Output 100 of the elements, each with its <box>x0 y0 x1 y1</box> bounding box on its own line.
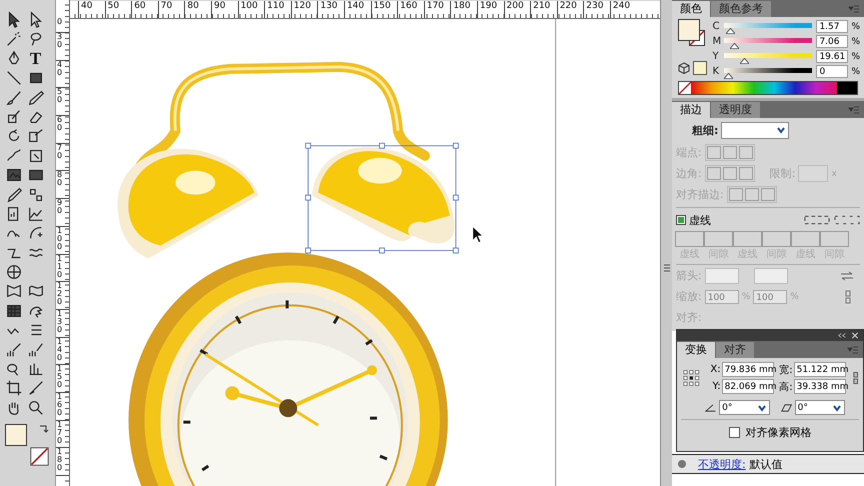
ruler-label: 140 <box>56 338 64 362</box>
percent-label: % <box>790 292 799 302</box>
collapse-icon[interactable] <box>838 332 846 339</box>
transform-field[interactable]: 79.836 mm <box>722 362 774 377</box>
slider-thumb[interactable] <box>724 73 734 79</box>
rotate-angle-dropdown[interactable]: 0° <box>719 400 770 415</box>
panel-tab[interactable]: 描边 <box>672 102 710 118</box>
close-icon[interactable] <box>851 332 859 339</box>
panel-tab[interactable]: 变换 <box>677 342 715 358</box>
pencil-icon[interactable] <box>26 88 44 107</box>
weight-dropdown[interactable] <box>721 122 790 138</box>
line-segment-icon[interactable] <box>4 69 22 88</box>
ruler-label: 0 <box>56 18 64 26</box>
chevron-down-icon[interactable] <box>756 402 766 412</box>
ruler-label: 70 <box>56 144 64 160</box>
transform-label: Y: <box>711 381 721 392</box>
dash-field[interactable] <box>762 231 791 247</box>
dash-field[interactable] <box>733 231 762 247</box>
ruler-label: 180 <box>56 448 64 472</box>
grip-icon[interactable] <box>662 263 670 273</box>
panel-tab[interactable]: 透明度 <box>711 102 760 118</box>
crosshair-icon[interactable] <box>4 263 22 282</box>
reference-point-icon[interactable] <box>683 369 700 387</box>
ruler-label: 230 <box>585 1 604 12</box>
link-icon[interactable] <box>852 371 859 385</box>
percent-label: % <box>851 36 860 46</box>
ruler-label: 150 <box>372 1 392 12</box>
ruler-label: 180 <box>452 1 472 12</box>
color-spectrum[interactable] <box>691 82 857 94</box>
angle-icon <box>705 402 716 412</box>
weight-label: 粗细: <box>692 122 718 138</box>
transform-field[interactable]: 39.338 mm <box>794 379 846 394</box>
ruler-label: 60 <box>56 116 64 132</box>
none-color-icon[interactable] <box>679 82 691 94</box>
ruler-label: 50 <box>56 88 64 104</box>
cube-icon[interactable] <box>678 62 690 74</box>
ruler-label: 110 <box>266 1 286 12</box>
transform-field[interactable]: 51.122 mm <box>794 362 846 377</box>
transform-field[interactable]: 82.069 mm <box>722 379 774 394</box>
channel-value-field[interactable]: 0 <box>816 65 848 78</box>
type-tool[interactable]: T <box>26 50 44 68</box>
chevron-down-icon[interactable] <box>832 402 842 412</box>
channel-value-field[interactable]: 7.06 <box>816 35 848 48</box>
snap-label: 对齐像素网格 <box>746 425 812 440</box>
panel-tab[interactable]: 对齐 <box>716 342 754 358</box>
ruler-label: 170 <box>56 420 64 445</box>
channel-label: Y <box>712 51 720 62</box>
search-icon[interactable] <box>26 398 44 417</box>
shear-icon <box>780 402 792 412</box>
slider-thumb[interactable] <box>730 43 739 49</box>
channel-label: K <box>712 66 720 77</box>
ruler-label: 240 <box>612 1 632 12</box>
dash-field[interactable] <box>675 231 704 247</box>
swap-arrow-icon[interactable] <box>38 424 48 434</box>
transform-label: 高: <box>778 380 793 394</box>
fill-swatch[interactable] <box>678 19 700 41</box>
panel-menu-icon[interactable] <box>848 4 860 14</box>
visibility-icon[interactable] <box>676 458 688 470</box>
channel-value-field[interactable]: 1.57 <box>816 20 848 33</box>
selection-bounding-box[interactable] <box>305 142 459 254</box>
slider-thumb[interactable] <box>740 58 749 64</box>
ruler-label: 80 <box>56 171 64 188</box>
brush-icon[interactable] <box>4 88 22 107</box>
ruler-label: 100 <box>240 1 259 12</box>
ruler-label: 110 <box>56 254 64 278</box>
color-swatch[interactable] <box>693 61 707 75</box>
knife-icon[interactable] <box>26 379 44 398</box>
ruler-label: 160 <box>399 1 418 12</box>
panel-tab[interactable]: 颜色 <box>672 1 710 17</box>
fill-swatch[interactable] <box>4 424 26 446</box>
shear-angle-dropdown[interactable]: 0° <box>794 400 845 415</box>
ruler-label: 90 <box>212 1 226 12</box>
panel-tab[interactable]: 颜色参考 <box>711 1 771 17</box>
ruler-label: 120 <box>292 1 312 12</box>
dashed-checkbox[interactable] <box>676 215 686 225</box>
magic-wand-icon[interactable] <box>4 30 22 48</box>
percent-label: % <box>851 66 860 76</box>
channel-label: M <box>712 36 722 47</box>
dash-align-icon[interactable] <box>834 215 860 225</box>
channel-value-field[interactable]: 19.61 <box>816 50 848 63</box>
swap-arrows-icon[interactable] <box>840 270 854 280</box>
dash-corners-icon[interactable] <box>804 215 830 225</box>
ruler-label: 140 <box>346 1 366 12</box>
dash-field[interactable] <box>820 231 849 247</box>
ruler-label: 210 <box>532 1 552 12</box>
channel-slider[interactable] <box>724 68 812 79</box>
dash-field[interactable] <box>704 231 733 247</box>
dash-field[interactable] <box>791 231 820 247</box>
snap-checkbox[interactable] <box>728 427 740 438</box>
crop-icon[interactable] <box>4 379 22 398</box>
opacity-link[interactable]: 不透明度: <box>698 456 746 472</box>
line-graph-icon[interactable] <box>26 204 44 223</box>
link-icon[interactable] <box>844 290 852 304</box>
slider-thumb[interactable] <box>726 28 735 34</box>
stroke-none-swatch[interactable] <box>30 447 48 466</box>
transform-label: X: <box>709 364 721 375</box>
panel-menu-icon[interactable] <box>847 345 859 355</box>
chevron-down-icon[interactable] <box>776 125 786 135</box>
channel-label: C <box>712 21 720 32</box>
panel-menu-icon[interactable] <box>848 105 860 115</box>
